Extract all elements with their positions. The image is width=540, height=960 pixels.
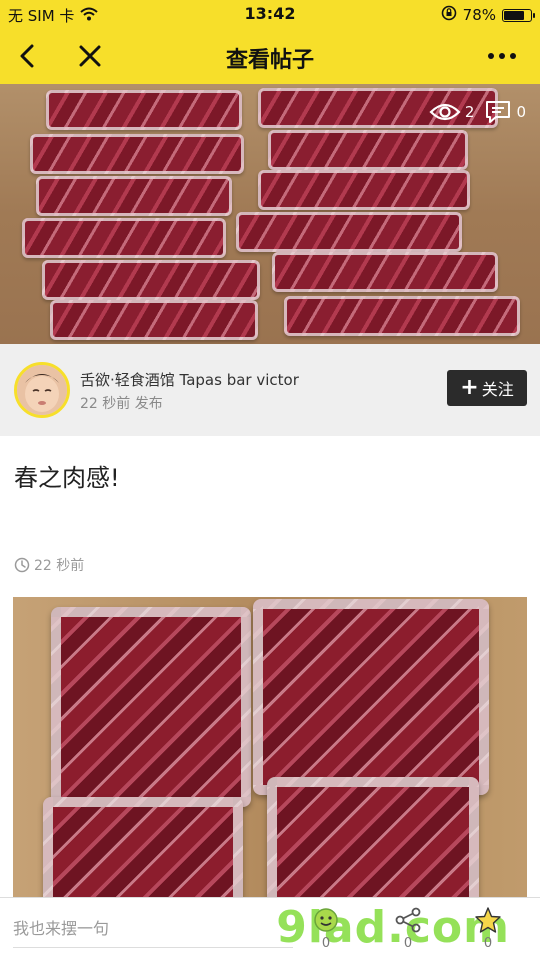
star-icon xyxy=(475,907,501,933)
smile-icon xyxy=(314,908,338,932)
battery-level xyxy=(504,10,525,20)
comment-icon xyxy=(486,101,511,123)
comment-bar: 9lad.com 0 0 0 xyxy=(0,897,540,960)
navigation-bar: 查看帖子 xyxy=(0,28,540,84)
cover-stats: 2 0 xyxy=(429,100,526,124)
favorite-action[interactable]: 0 xyxy=(474,906,502,951)
steak-pack-image xyxy=(30,134,244,174)
author-post-time: 22 秒前 发布 xyxy=(80,396,163,412)
view-count: 2 xyxy=(464,103,475,121)
share-count: 0 xyxy=(403,936,413,951)
battery-icon xyxy=(502,8,535,22)
back-button[interactable] xyxy=(12,40,44,72)
plus-icon: + xyxy=(460,375,479,400)
post-view-screen: 无 SIM 卡 13:42 78% 查看帖子 2 0 舌欲·轻食酒馆 Tapas… xyxy=(0,0,540,960)
eye-icon xyxy=(429,103,461,121)
comment-count-stat: 0 xyxy=(484,100,526,124)
steak-pack-image xyxy=(22,218,226,258)
view-count-stat: 2 xyxy=(429,101,475,123)
status-bar: 无 SIM 卡 13:42 78% xyxy=(0,0,540,28)
comment-count: 0 xyxy=(516,103,526,121)
battery-percent: 78% xyxy=(462,6,496,24)
steak-pack-image xyxy=(51,607,251,807)
steak-pack-image xyxy=(258,170,470,210)
author-avatar[interactable] xyxy=(14,362,70,418)
post-timestamp: 22 秒前 xyxy=(14,555,84,575)
author-name[interactable]: 舌欲·轻食酒馆 Tapas bar victor xyxy=(80,369,299,390)
close-icon xyxy=(79,45,101,67)
baby-face-avatar-icon xyxy=(17,365,67,415)
follow-button[interactable]: + 关注 xyxy=(447,370,527,406)
cover-photo[interactable]: 2 0 xyxy=(0,84,540,344)
status-right: 78% xyxy=(441,5,535,25)
steak-pack-image xyxy=(46,90,242,130)
steak-pack-image xyxy=(268,130,468,170)
author-row: 舌欲·轻食酒馆 Tapas bar victor 22 秒前 发布 + 关注 xyxy=(0,344,540,436)
steak-pack-image xyxy=(236,212,462,252)
follow-label: 关注 xyxy=(481,380,514,399)
share-action[interactable]: 0 xyxy=(394,906,422,951)
steak-pack-image xyxy=(36,176,232,216)
chevron-left-icon xyxy=(20,44,34,68)
close-button[interactable] xyxy=(74,40,106,72)
orientation-lock-icon xyxy=(441,5,457,25)
steak-pack-image xyxy=(272,252,498,292)
steak-pack-image xyxy=(253,599,489,795)
post-photo[interactable] xyxy=(13,597,527,897)
more-dot-icon xyxy=(488,53,494,59)
steak-pack-image xyxy=(43,797,243,897)
clock-icon xyxy=(14,557,30,573)
steak-pack-image xyxy=(50,300,258,340)
post-text: 春之肉感! xyxy=(14,464,120,492)
more-dot-icon xyxy=(510,53,516,59)
like-action[interactable]: 0 xyxy=(312,906,340,951)
comment-input[interactable] xyxy=(13,910,293,948)
steak-pack-image xyxy=(284,296,520,336)
like-count: 0 xyxy=(321,936,331,951)
more-dot-icon xyxy=(499,53,505,59)
steak-pack-image xyxy=(42,260,260,300)
more-menu-button[interactable] xyxy=(482,40,522,72)
star-count: 0 xyxy=(483,936,493,951)
steak-pack-image xyxy=(267,777,479,897)
post-time-label: 22 秒前 xyxy=(34,558,85,574)
share-icon xyxy=(395,907,421,933)
